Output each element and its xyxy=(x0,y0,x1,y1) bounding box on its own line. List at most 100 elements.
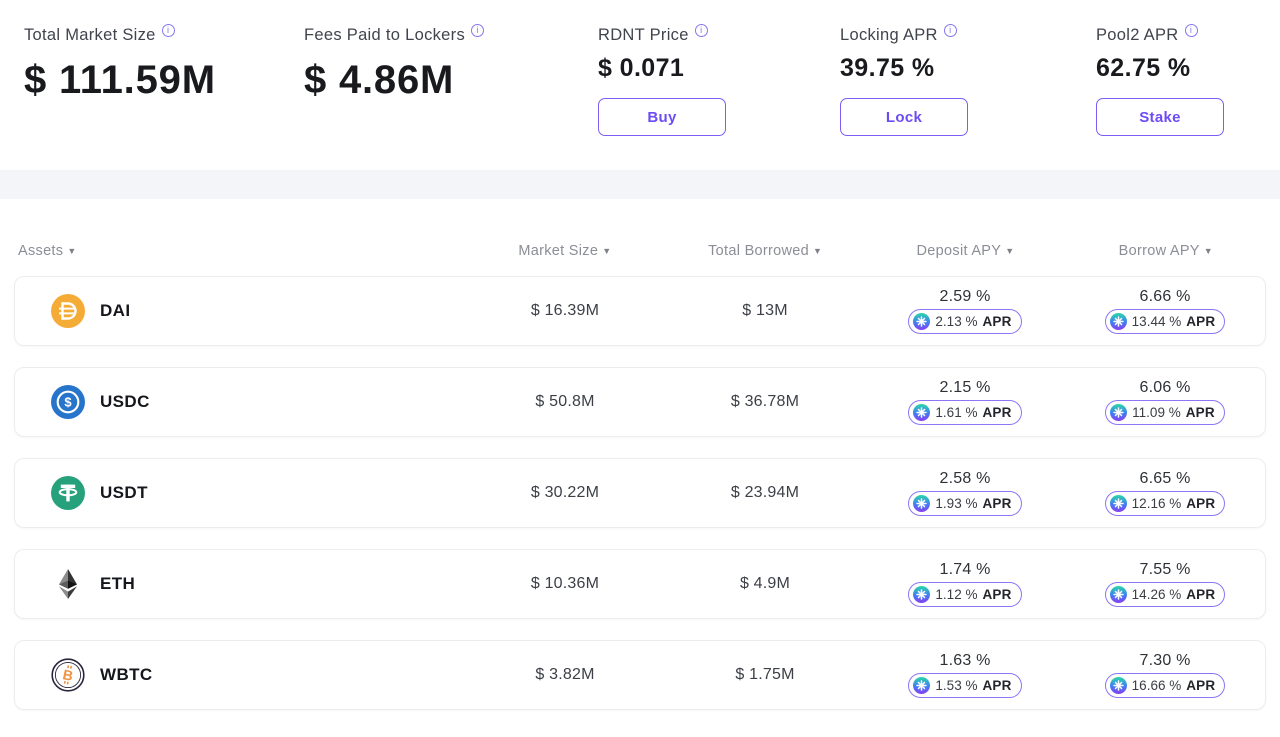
borrow-apr-badge: 11.09 % APR xyxy=(1105,400,1225,425)
market-size-cell: $ 10.36M xyxy=(465,575,665,593)
stat-label: Pool2 APR xyxy=(1096,26,1179,45)
column-header-deposit-apy[interactable]: Deposit APY▼ xyxy=(865,243,1065,259)
apr-suffix: APR xyxy=(1186,678,1215,693)
borrow-apy-cell: 6.66 % 13.44 % APR xyxy=(1065,288,1265,334)
usdc-icon: $ xyxy=(51,385,85,419)
info-icon[interactable]: i xyxy=(1185,24,1198,37)
column-header-label: Borrow APY xyxy=(1119,243,1200,259)
buy-button[interactable]: Buy xyxy=(598,98,726,136)
stake-button[interactable]: Stake xyxy=(1096,98,1224,136)
apr-value: 13.44 % xyxy=(1132,314,1182,329)
usdt-icon xyxy=(51,476,85,510)
deposit-apr-badge: 1.53 % APR xyxy=(908,673,1021,698)
asset-name: USDC xyxy=(100,392,150,412)
svg-text:$: $ xyxy=(64,395,72,410)
sort-down-icon: ▼ xyxy=(1005,246,1014,256)
sort-down-icon: ▼ xyxy=(813,246,822,256)
dai-icon xyxy=(51,294,85,328)
total-borrowed-cell: $ 1.75M xyxy=(665,666,865,684)
total-borrowed-cell: $ 36.78M xyxy=(665,393,865,411)
table-row-eth[interactable]: ETH $ 10.36M $ 4.9M 1.74 % 1.12 % APR 7.… xyxy=(14,549,1266,619)
sort-down-icon: ▼ xyxy=(67,246,76,256)
apr-suffix: APR xyxy=(1186,405,1215,420)
asset-cell: $ USDC xyxy=(15,385,465,419)
stat-pool2-apr: Pool2 APR i 62.75 % Stake xyxy=(1096,26,1224,136)
stat-value: 39.75 % xyxy=(840,54,968,83)
deposit-apr-badge: 1.61 % APR xyxy=(908,400,1021,425)
stat-label-row: Locking APR i xyxy=(840,26,968,45)
apr-value: 12.16 % xyxy=(1132,496,1182,511)
apr-value: 1.53 % xyxy=(935,678,977,693)
apy-value: 6.06 % xyxy=(1139,379,1190,397)
borrow-apy-cell: 6.06 % 11.09 % APR xyxy=(1065,379,1265,425)
stat-label-row: RDNT Price i xyxy=(598,26,726,45)
stat-label: Fees Paid to Lockers xyxy=(304,26,465,45)
borrow-apy-cell: 7.55 % 14.26 % APR xyxy=(1065,561,1265,607)
stat-value: 62.75 % xyxy=(1096,54,1224,83)
apy-value: 2.15 % xyxy=(939,379,990,397)
apr-suffix: APR xyxy=(1186,314,1215,329)
rdnt-star-icon xyxy=(913,313,930,330)
apr-suffix: APR xyxy=(982,496,1011,511)
sort-down-icon: ▼ xyxy=(602,246,611,256)
column-header-assets[interactable]: Assets▼ xyxy=(14,243,465,259)
total-borrowed-cell: $ 13M xyxy=(665,302,865,320)
column-header-market-size[interactable]: Market Size ▼ xyxy=(465,243,665,259)
column-header-total-borrowed[interactable]: Total Borrowed ▼ xyxy=(665,243,865,259)
info-icon[interactable]: i xyxy=(944,24,957,37)
table-row-dai[interactable]: DAI $ 16.39M $ 13M 2.59 % 2.13 % APR 6.6… xyxy=(14,276,1266,346)
apr-value: 16.66 % xyxy=(1132,678,1182,693)
rdnt-star-icon xyxy=(1110,313,1127,330)
table-header-row: Assets▼ Market Size ▼ Total Borrowed ▼ Dep… xyxy=(14,243,1266,259)
info-icon[interactable]: i xyxy=(162,24,175,37)
deposit-apr-badge: 2.13 % APR xyxy=(908,309,1021,334)
apy-value: 7.30 % xyxy=(1139,652,1190,670)
stat-label-row: Pool2 APR i xyxy=(1096,26,1224,45)
apy-value: 2.59 % xyxy=(939,288,990,306)
rdnt-star-icon xyxy=(913,495,930,512)
market-size-cell: $ 50.8M xyxy=(465,393,665,411)
column-header-borrow-apy[interactable]: Borrow APY ▼ xyxy=(1066,243,1266,259)
info-icon[interactable]: i xyxy=(471,24,484,37)
column-header-label: Total Borrowed xyxy=(708,243,809,259)
apr-suffix: APR xyxy=(1186,587,1215,602)
apr-value: 2.13 % xyxy=(935,314,977,329)
column-header-label: Market Size xyxy=(518,243,598,259)
stat-label: RDNT Price xyxy=(598,26,689,45)
stat-label: Locking APR xyxy=(840,26,938,45)
lock-button[interactable]: Lock xyxy=(840,98,968,136)
apy-value: 1.74 % xyxy=(939,561,990,579)
info-icon[interactable]: i xyxy=(695,24,708,37)
apr-suffix: APR xyxy=(982,678,1011,693)
column-header-label: Deposit APY xyxy=(917,243,1002,259)
wbtc-icon: B xyxy=(51,658,85,692)
eth-icon xyxy=(51,567,85,601)
borrow-apr-badge: 12.16 % APR xyxy=(1105,491,1226,516)
market-size-cell: $ 3.82M xyxy=(465,666,665,684)
asset-cell: B WBTC xyxy=(15,658,465,692)
sort-down-icon: ▼ xyxy=(1204,246,1213,256)
stat-rdnt-price: RDNT Price i $ 0.071 Buy xyxy=(598,26,726,136)
apr-value: 1.93 % xyxy=(935,496,977,511)
stat-label-row: Total Market Size i xyxy=(24,26,216,45)
deposit-apy-cell: 2.15 % 1.61 % APR xyxy=(865,379,1065,425)
stat-locking-apr: Locking APR i 39.75 % Lock xyxy=(840,26,968,136)
apr-suffix: APR xyxy=(982,587,1011,602)
table-row-usdc[interactable]: $ USDC $ 50.8M $ 36.78M 2.15 % 1.61 % AP… xyxy=(14,367,1266,437)
borrow-apy-cell: 6.65 % 12.16 % APR xyxy=(1065,470,1265,516)
table-row-usdt[interactable]: USDT $ 30.22M $ 23.94M 2.58 % 1.93 % APR… xyxy=(14,458,1266,528)
market-size-cell: $ 30.22M xyxy=(465,484,665,502)
stat-fees-paid-to-lockers: Fees Paid to Lockers i $ 4.86M xyxy=(304,26,484,103)
rdnt-star-icon xyxy=(1110,495,1127,512)
borrow-apr-badge: 14.26 % APR xyxy=(1105,582,1226,607)
asset-name: USDT xyxy=(100,483,148,503)
deposit-apy-cell: 2.58 % 1.93 % APR xyxy=(865,470,1065,516)
rdnt-star-icon xyxy=(1110,586,1127,603)
apy-value: 7.55 % xyxy=(1139,561,1190,579)
apr-value: 1.12 % xyxy=(935,587,977,602)
total-borrowed-cell: $ 23.94M xyxy=(665,484,865,502)
rdnt-star-icon xyxy=(913,586,930,603)
asset-cell: DAI xyxy=(15,294,465,328)
table-row-wbtc[interactable]: B WBTC $ 3.82M $ 1.75M 1.63 % 1.53 % AP xyxy=(14,640,1266,710)
deposit-apy-cell: 2.59 % 2.13 % APR xyxy=(865,288,1065,334)
